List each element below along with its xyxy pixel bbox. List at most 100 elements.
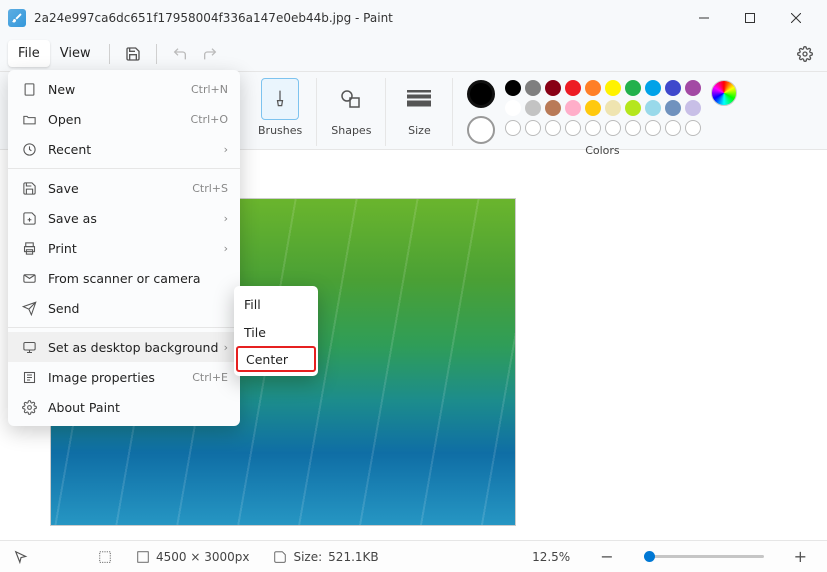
color-swatch[interactable] [665, 80, 681, 96]
color-swatch-empty[interactable] [545, 120, 561, 136]
color-swatch[interactable] [605, 100, 621, 116]
menu-file[interactable]: File [8, 40, 50, 67]
minimize-button[interactable] [681, 4, 727, 32]
file-menu-props[interactable]: Image propertiesCtrl+E [8, 362, 240, 392]
menu-label: Save [48, 181, 192, 196]
color-swatch[interactable] [685, 100, 701, 116]
file-menu-send[interactable]: Send [8, 293, 240, 323]
color-swatch[interactable] [565, 100, 581, 116]
zoom-in-button[interactable]: + [788, 547, 813, 566]
color-swatch[interactable] [685, 80, 701, 96]
divider [156, 44, 157, 64]
filesize-indicator: Size: 521.1KB [273, 550, 378, 564]
desktop-background-submenu: Fill Tile Center [234, 286, 318, 376]
color-swatch-empty[interactable] [585, 120, 601, 136]
file-menu-save[interactable]: SaveCtrl+S [8, 173, 240, 203]
color-swatch[interactable] [585, 100, 601, 116]
chevron-right-icon: › [224, 341, 228, 354]
menu-label: Recent [48, 142, 224, 157]
undo-button[interactable] [165, 39, 195, 69]
close-button[interactable] [773, 4, 819, 32]
color-swatch[interactable] [665, 100, 681, 116]
paint-app-icon [8, 9, 26, 27]
zoom-slider[interactable] [644, 555, 764, 558]
file-menu-about[interactable]: About Paint [8, 392, 240, 422]
redo-button[interactable] [195, 39, 225, 69]
color-palette [505, 80, 701, 144]
menu-label: Open [48, 112, 191, 127]
color-swatch-empty[interactable] [525, 120, 541, 136]
print-icon [20, 241, 38, 256]
color-swatch-empty[interactable] [505, 120, 521, 136]
ribbon-size[interactable]: Size [386, 78, 453, 146]
menu-label: From scanner or camera [48, 271, 228, 286]
color-swatch[interactable] [565, 80, 581, 96]
file-menu-print[interactable]: Print› [8, 233, 240, 263]
submenu-tile[interactable]: Tile [234, 318, 318, 346]
menu-label: New [48, 82, 191, 97]
color-swatch[interactable] [645, 100, 661, 116]
settings-button[interactable] [791, 40, 819, 68]
filesize-value: 521.1KB [328, 550, 378, 564]
color-swatch[interactable] [505, 80, 521, 96]
color-swatch-empty[interactable] [645, 120, 661, 136]
color-swatch[interactable] [545, 80, 561, 96]
file-menu-desktop[interactable]: Set as desktop background› [8, 332, 240, 362]
color-swatch[interactable] [625, 100, 641, 116]
color-swatch-empty[interactable] [665, 120, 681, 136]
file-menu-saveas[interactable]: Save as› [8, 203, 240, 233]
color-swatch[interactable] [585, 80, 601, 96]
file-menu-scanner[interactable]: From scanner or camera [8, 263, 240, 293]
color-swatch-empty[interactable] [625, 120, 641, 136]
open-icon [20, 112, 38, 127]
file-menu-open[interactable]: OpenCtrl+O [8, 104, 240, 134]
window-controls [681, 4, 819, 32]
save-icon [20, 181, 38, 196]
file-menu: NewCtrl+NOpenCtrl+ORecent›SaveCtrl+SSave… [8, 70, 240, 426]
color-swatch[interactable] [605, 80, 621, 96]
ribbon-shapes[interactable]: Shapes [317, 78, 386, 146]
color-swatch-empty[interactable] [565, 120, 581, 136]
submenu-center[interactable]: Center [236, 346, 316, 372]
titlebar: 2a24e997ca6dc651f17958004f336a147e0eb44b… [0, 0, 827, 36]
color-swatch[interactable] [625, 80, 641, 96]
new-icon [20, 82, 38, 97]
brush-icon [261, 78, 299, 120]
menu-label: Send [48, 301, 228, 316]
color-swatch[interactable] [545, 100, 561, 116]
scanner-icon [20, 271, 38, 286]
primary-color[interactable] [467, 80, 495, 108]
color-picker-icon[interactable] [711, 80, 737, 106]
shortcut: Ctrl+S [192, 182, 228, 195]
ribbon-brushes[interactable]: Brushes [244, 78, 317, 146]
color-swatch[interactable] [645, 80, 661, 96]
ribbon-colors: Colors [453, 78, 751, 146]
secondary-color[interactable] [467, 116, 495, 144]
color-swatch-empty[interactable] [685, 120, 701, 136]
save-icon[interactable] [118, 39, 148, 69]
menu-label: Set as desktop background [48, 340, 224, 355]
file-menu-new[interactable]: NewCtrl+N [8, 74, 240, 104]
shortcut: Ctrl+N [191, 83, 228, 96]
about-icon [20, 400, 38, 415]
zoom-out-button[interactable]: − [594, 547, 619, 566]
submenu-fill[interactable]: Fill [234, 290, 318, 318]
menu-view[interactable]: View [50, 40, 101, 67]
recent-icon [20, 142, 38, 157]
send-icon [20, 301, 38, 316]
statusbar: 4500 × 3000px Size: 521.1KB 12.5% − + [0, 540, 827, 572]
size-icon [400, 78, 438, 120]
saveas-icon [20, 211, 38, 226]
color-swatch[interactable] [505, 100, 521, 116]
shortcut: Ctrl+O [191, 113, 228, 126]
color-swatch[interactable] [525, 80, 541, 96]
color-swatch-empty[interactable] [605, 120, 621, 136]
window-title: 2a24e997ca6dc651f17958004f336a147e0eb44b… [34, 11, 393, 25]
zoom-value: 12.5% [532, 550, 570, 564]
dimensions-text: 4500 × 3000px [156, 550, 249, 564]
maximize-button[interactable] [727, 4, 773, 32]
color-swatch[interactable] [525, 100, 541, 116]
ribbon-label: Brushes [258, 124, 302, 137]
divider [109, 44, 110, 64]
file-menu-recent[interactable]: Recent› [8, 134, 240, 164]
